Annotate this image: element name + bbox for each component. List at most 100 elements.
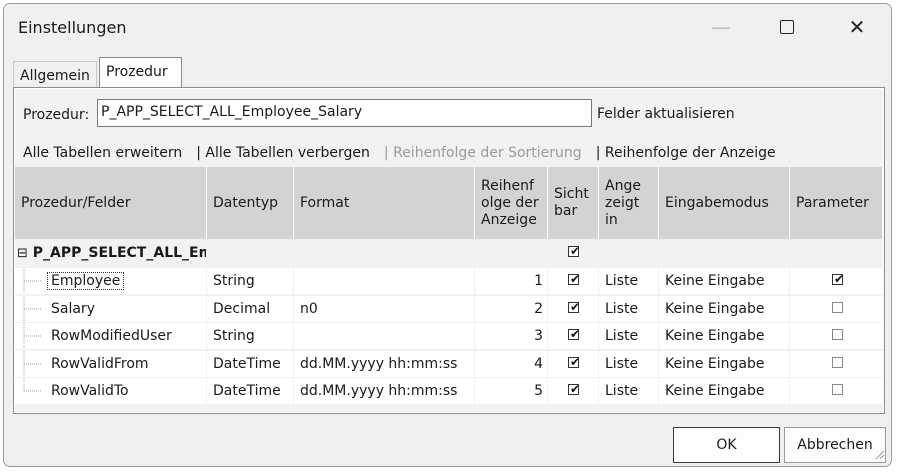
cancel-button[interactable]: Abbrechen — [784, 427, 886, 463]
parameter-checkbox[interactable] — [832, 329, 843, 340]
col-header-field[interactable]: Prozedur/Felder — [15, 167, 207, 239]
table-row[interactable]: RowModifiedUser String 3 ✔ Liste Keine Eingab… — [15, 323, 883, 350]
procedure-input[interactable]: P_APP_SELECT_ALL_Employee_Salary — [97, 99, 592, 127]
panel-content: Prozedur: P_APP_SELECT_ALL_Employee_Sala… — [15, 89, 883, 412]
field-name: Salary — [51, 300, 95, 317]
visible-checkbox[interactable]: ✔ — [568, 272, 580, 286]
cell-shown-in[interactable]: Liste — [599, 268, 658, 294]
cell-parameter[interactable] — [790, 378, 883, 404]
group-inputmode-cell — [659, 240, 789, 266]
resize-grip-icon[interactable] — [873, 448, 885, 460]
col-header-shown-in-line2: zeigt — [605, 194, 640, 211]
table-row[interactable]: Employee String 1 ✔ Liste Keine Eingabe ✔ — [15, 268, 883, 295]
tab-prozedur[interactable]: Prozedur — [99, 57, 182, 87]
cell-datatype[interactable]: String — [207, 268, 293, 294]
parameter-checkbox[interactable] — [832, 384, 843, 395]
tab-panel-prozedur: Prozedur: P_APP_SELECT_ALL_Employee_Sala… — [13, 87, 885, 414]
parameter-checkbox[interactable] — [832, 356, 843, 368]
cell-visible[interactable]: ✔ — [548, 268, 598, 294]
cell-visible[interactable]: ✔ — [548, 323, 598, 349]
cell-order[interactable]: 4 — [475, 350, 547, 377]
tree-line-icon — [23, 295, 41, 322]
table-row[interactable]: RowValidFrom DateTime dd.MM.yyyy hh:mm:ss 4… — [15, 350, 883, 378]
cell-visible[interactable]: ✔ — [548, 378, 598, 404]
visible-checkbox[interactable]: ✔ — [568, 327, 580, 341]
col-header-parameter[interactable]: Parameter — [790, 167, 883, 239]
expand-all-link[interactable]: Alle Tabellen erweitern — [23, 145, 182, 161]
cell-inputmode[interactable]: Keine Eingabe — [659, 268, 789, 294]
title-bar[interactable]: Einstellungen — ✕ — [4, 4, 891, 50]
cell-order[interactable]: 1 — [475, 268, 547, 294]
col-header-datatype[interactable]: Datentyp — [207, 167, 294, 239]
field-name: RowValidFrom — [51, 355, 149, 372]
cell-format[interactable] — [294, 323, 474, 349]
cell-inputmode[interactable]: Keine Eingabe — [659, 323, 789, 349]
hide-all-link[interactable]: | Alle Tabellen verbergen — [196, 145, 370, 161]
visible-checkbox[interactable]: ✔ — [568, 299, 581, 314]
cell-parameter[interactable] — [790, 295, 883, 322]
collapse-icon[interactable]: ⊟ — [17, 246, 28, 261]
visible-checkbox[interactable]: ✔ — [568, 355, 580, 369]
sort-order-link: | Reihenfolge der Sortierung — [383, 145, 582, 161]
cell-visible[interactable]: ✔ — [548, 295, 598, 322]
tree-line-icon — [23, 268, 41, 294]
group-row[interactable]: ⊟ P_APP_SELECT_ALL_Em ✔ — [15, 240, 883, 267]
col-header-format[interactable]: Format — [294, 167, 475, 239]
display-order-link[interactable]: | Reihenfolge der Anzeige — [596, 145, 776, 161]
cell-field[interactable]: Salary — [15, 295, 206, 322]
table-row[interactable]: Salary Decimal n0 2 ✔ Liste Keine Eingabe — [15, 295, 883, 323]
cell-datatype[interactable]: DateTime — [207, 350, 293, 377]
minimize-button[interactable]: — — [686, 4, 756, 50]
tree-line-icon — [23, 350, 41, 377]
cell-inputmode[interactable]: Keine Eingabe — [659, 378, 789, 404]
cell-shown-in[interactable]: Liste — [599, 378, 658, 404]
cell-format[interactable]: n0 — [294, 295, 474, 322]
cell-datatype[interactable]: String — [207, 323, 293, 349]
visible-checkbox[interactable]: ✔ — [568, 382, 580, 396]
col-header-shown-in-line3: in — [605, 211, 618, 228]
cell-parameter[interactable]: ✔ — [790, 268, 883, 294]
group-order-cell — [475, 240, 547, 266]
parameter-checkbox[interactable]: ✔ — [832, 272, 844, 286]
cell-parameter[interactable] — [790, 350, 883, 377]
col-header-display-order[interactable]: Reihenf olge der Anzeige — [475, 167, 548, 239]
cell-order[interactable]: 5 — [475, 378, 547, 404]
cell-format[interactable]: dd.MM.yyyy hh:mm:ss — [294, 350, 474, 377]
parameter-checkbox[interactable] — [832, 301, 843, 313]
cell-inputmode[interactable]: Keine Eingabe — [659, 350, 789, 377]
cell-shown-in[interactable]: Liste — [599, 295, 658, 322]
close-icon: ✕ — [848, 15, 866, 39]
cell-order[interactable]: 2 — [475, 295, 547, 322]
cell-field[interactable]: RowModifiedUser — [15, 323, 206, 349]
grid-toolbar: Alle Tabellen erweitern | Alle Tabellen … — [23, 145, 790, 161]
cell-inputmode[interactable]: Keine Eingabe — [659, 295, 789, 322]
close-button[interactable]: ✕ — [822, 4, 891, 50]
group-visible-checkbox[interactable]: ✔ — [568, 244, 580, 258]
maximize-button[interactable] — [752, 4, 822, 50]
check-icon: ✔ — [570, 299, 581, 314]
col-header-display-order-line3: Anzeige — [481, 211, 537, 228]
cell-datatype[interactable]: DateTime — [207, 378, 293, 404]
cell-field[interactable]: RowValidTo — [15, 378, 206, 404]
cell-visible[interactable]: ✔ — [548, 350, 598, 377]
group-name: P_APP_SELECT_ALL_Em — [32, 245, 206, 261]
col-header-shown-in[interactable]: Ange zeigt in — [599, 167, 659, 239]
group-shown-cell — [599, 240, 658, 266]
cell-shown-in[interactable]: Liste — [599, 323, 658, 349]
table-row[interactable]: RowValidTo DateTime dd.MM.yyyy hh:mm:ss 5 ✔ L… — [15, 378, 883, 405]
tree-line-icon — [23, 323, 41, 349]
cell-field[interactable]: Employee — [15, 268, 206, 294]
group-name-cell[interactable]: ⊟ P_APP_SELECT_ALL_Em — [15, 240, 206, 266]
cell-parameter[interactable] — [790, 323, 883, 349]
ok-button[interactable]: OK — [673, 427, 780, 463]
tab-allgemein[interactable]: Allgemein — [13, 61, 97, 87]
col-header-input-mode[interactable]: Eingabemodus — [659, 167, 790, 239]
cell-order[interactable]: 3 — [475, 323, 547, 349]
refresh-fields-link[interactable]: Felder aktualisieren — [597, 106, 735, 122]
cell-format[interactable] — [294, 268, 474, 294]
cell-format[interactable]: dd.MM.yyyy hh:mm:ss — [294, 378, 474, 404]
col-header-visible[interactable]: Sicht bar — [548, 167, 599, 239]
cell-shown-in[interactable]: Liste — [599, 350, 658, 377]
cell-field[interactable]: RowValidFrom — [15, 350, 206, 377]
cell-datatype[interactable]: Decimal — [207, 295, 293, 322]
